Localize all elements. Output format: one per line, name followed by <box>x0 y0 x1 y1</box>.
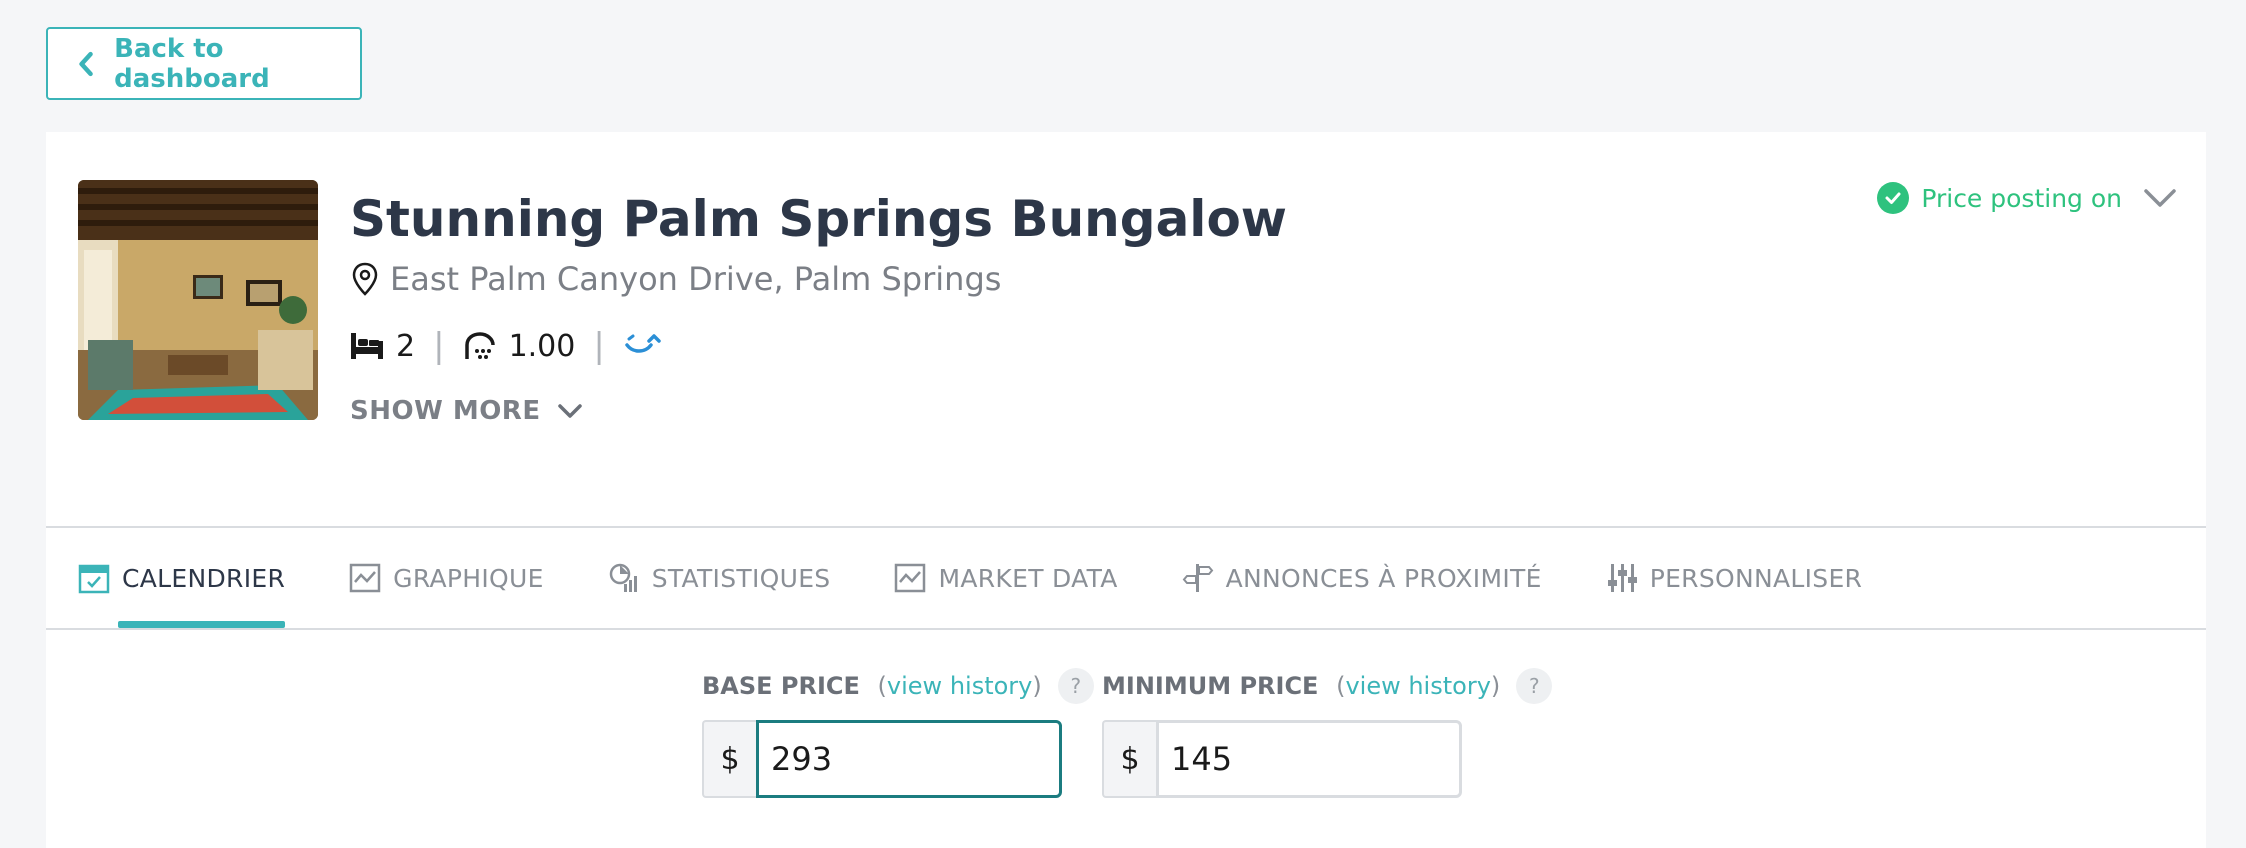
tab-personnaliser[interactable]: PERSONNALISER <box>1606 528 1863 628</box>
minimum-price-group: MINIMUM PRICE (view history) ? $ <box>1102 662 1553 798</box>
shower-icon <box>464 332 495 359</box>
show-more-label: SHOW MORE <box>350 396 541 426</box>
tab-graphique[interactable]: GRAPHIQUE <box>349 528 544 628</box>
price-posting-label: Price posting on <box>1921 183 2122 213</box>
base-price-label-row: BASE PRICE (view history) ? <box>702 662 1094 710</box>
currency-prefix: $ <box>1102 720 1156 798</box>
chevron-left-icon <box>79 51 93 76</box>
tab-statistiques[interactable]: STATISTIQUES <box>608 528 831 628</box>
listing-address: East Palm Canyon Drive, Palm Springs <box>390 260 1002 298</box>
calendar-icon <box>78 564 110 594</box>
tab-label: PERSONNALISER <box>1649 563 1863 593</box>
living-room-photo-icon <box>78 180 318 420</box>
currency-prefix: $ <box>702 720 756 798</box>
base-price-history: (view history) <box>869 672 1042 700</box>
minimum-price-label: MINIMUM PRICE <box>1102 672 1319 700</box>
chart-icon <box>349 563 381 593</box>
bed-icon <box>351 333 383 359</box>
listing-photo[interactable] <box>78 180 318 420</box>
base-price-input-group: $ <box>702 720 1094 798</box>
meta-separator: | <box>433 326 445 366</box>
meta-separator: | <box>593 326 605 366</box>
base-price-input[interactable] <box>756 720 1062 798</box>
back-to-dashboard-button[interactable]: Back to dashboard <box>46 27 362 100</box>
check-circle-icon <box>1877 182 1910 214</box>
listing-title: Stunning Palm Springs Bungalow <box>350 190 1287 248</box>
bathroom-count: 1.00 <box>508 328 576 364</box>
minimum-price-view-history-link[interactable]: view history <box>1345 672 1490 700</box>
price-posting-toggle[interactable]: Price posting on <box>1877 182 2178 214</box>
minimum-price-input-group: $ <box>1102 720 1552 798</box>
chevron-down-icon[interactable] <box>2142 186 2178 210</box>
bedroom-count: 2 <box>396 328 416 364</box>
show-more-toggle[interactable]: SHOW MORE <box>350 396 583 426</box>
back-button-label: Back to dashboard <box>114 33 270 94</box>
listing-meta: 2 | 1.00 | <box>350 326 663 366</box>
signpost-icon <box>1182 564 1213 592</box>
chevron-down-icon <box>557 404 582 418</box>
tab-label: GRAPHIQUE <box>393 563 544 593</box>
tab-label: ANNONCES À PROXIMITÉ <box>1225 563 1542 593</box>
base-price-help-icon[interactable]: ? <box>1057 668 1094 704</box>
listing-card: Stunning Palm Springs Bungalow East Palm… <box>46 132 2206 848</box>
channel-logo-icon <box>625 334 661 353</box>
tab-annonces-a-proximite[interactable]: ANNONCES À PROXIMITÉ <box>1182 528 1542 628</box>
base-price-view-history-link[interactable]: view history <box>887 672 1032 700</box>
tab-bar: CALENDRIER GRAPHIQUE STATISTIQUES MARKET… <box>78 528 1862 628</box>
tab-label: STATISTIQUES <box>651 563 831 593</box>
tab-label: CALENDRIER <box>122 563 286 593</box>
statistics-icon <box>609 563 637 592</box>
location-pin-icon <box>352 262 378 296</box>
address-row: East Palm Canyon Drive, Palm Springs <box>352 260 1001 298</box>
base-price-group: BASE PRICE (view history) ? $ <box>702 662 1094 798</box>
tabs-bottom-divider <box>46 628 2206 630</box>
market-chart-icon <box>895 563 926 593</box>
sliders-icon <box>1607 564 1637 592</box>
minimum-price-input[interactable] <box>1156 720 1462 798</box>
tab-market-data[interactable]: MARKET DATA <box>894 528 1117 628</box>
base-price-label: BASE PRICE <box>702 672 860 700</box>
minimum-price-help-icon[interactable]: ? <box>1516 668 1553 704</box>
minimum-price-history: (view history) <box>1328 672 1501 700</box>
tab-calendrier[interactable]: CALENDRIER <box>78 528 286 628</box>
tab-label: MARKET DATA <box>938 563 1118 593</box>
minimum-price-label-row: MINIMUM PRICE (view history) ? <box>1102 662 1553 710</box>
